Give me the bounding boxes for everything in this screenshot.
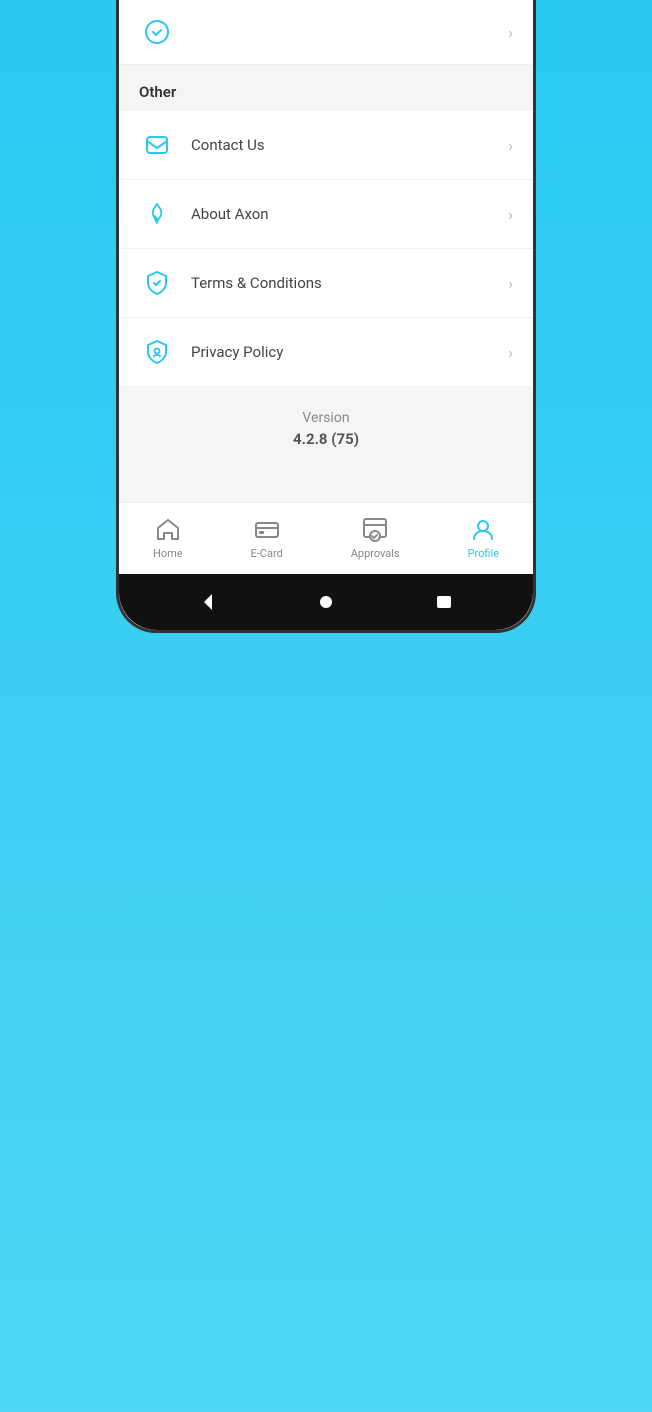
contact-us-icon [139, 127, 175, 163]
privacy-icon [139, 334, 175, 370]
about-axon-chevron: › [508, 205, 513, 224]
top-partial-item[interactable]: › [119, 0, 533, 65]
partial-icon [139, 14, 175, 50]
contact-us-chevron: › [508, 136, 513, 155]
ecard-icon [254, 517, 280, 543]
android-nav-bar [119, 574, 533, 630]
approvals-label: Approvals [351, 547, 400, 560]
phone-wrapper: › Other Contact Us › [116, 0, 536, 633]
ecard-label: E-Card [251, 547, 283, 560]
terms-label: Terms & Conditions [191, 274, 508, 292]
about-axon-icon [139, 196, 175, 232]
menu-item-terms[interactable]: Terms & Conditions › [119, 249, 533, 318]
version-number: 4.2.8 (75) [139, 430, 513, 448]
privacy-label: Privacy Policy [191, 343, 508, 361]
partial-chevron: › [508, 23, 513, 42]
home-label: Home [153, 547, 183, 560]
contact-us-label: Contact Us [191, 136, 508, 154]
privacy-chevron: › [508, 343, 513, 362]
nav-item-approvals[interactable]: Approvals [335, 513, 416, 564]
bottom-nav: Home E-Card Approvals [119, 502, 533, 574]
spacer [119, 472, 533, 502]
menu-item-about-axon[interactable]: About Axon › [119, 180, 533, 249]
profile-icon [470, 517, 496, 543]
about-axon-label: About Axon [191, 205, 508, 223]
terms-icon [139, 265, 175, 301]
nav-item-profile[interactable]: Profile [452, 513, 515, 564]
phone-screen: › Other Contact Us › [116, 0, 536, 633]
android-home-button[interactable] [312, 588, 340, 616]
home-icon [155, 517, 181, 543]
nav-item-home[interactable]: Home [137, 513, 199, 564]
menu-item-contact-us[interactable]: Contact Us › [119, 111, 533, 180]
version-section: Version 4.2.8 (75) [119, 386, 533, 472]
nav-item-ecard[interactable]: E-Card [235, 513, 299, 564]
profile-label: Profile [468, 547, 499, 560]
other-section-label: Other [119, 65, 533, 111]
menu-card: Contact Us › About Axon › [119, 111, 533, 386]
android-recents-button[interactable] [430, 588, 458, 616]
android-back-button[interactable] [194, 588, 222, 616]
approvals-icon [362, 517, 388, 543]
menu-item-privacy[interactable]: Privacy Policy › [119, 318, 533, 386]
terms-chevron: › [508, 274, 513, 293]
version-label: Version [139, 410, 513, 426]
